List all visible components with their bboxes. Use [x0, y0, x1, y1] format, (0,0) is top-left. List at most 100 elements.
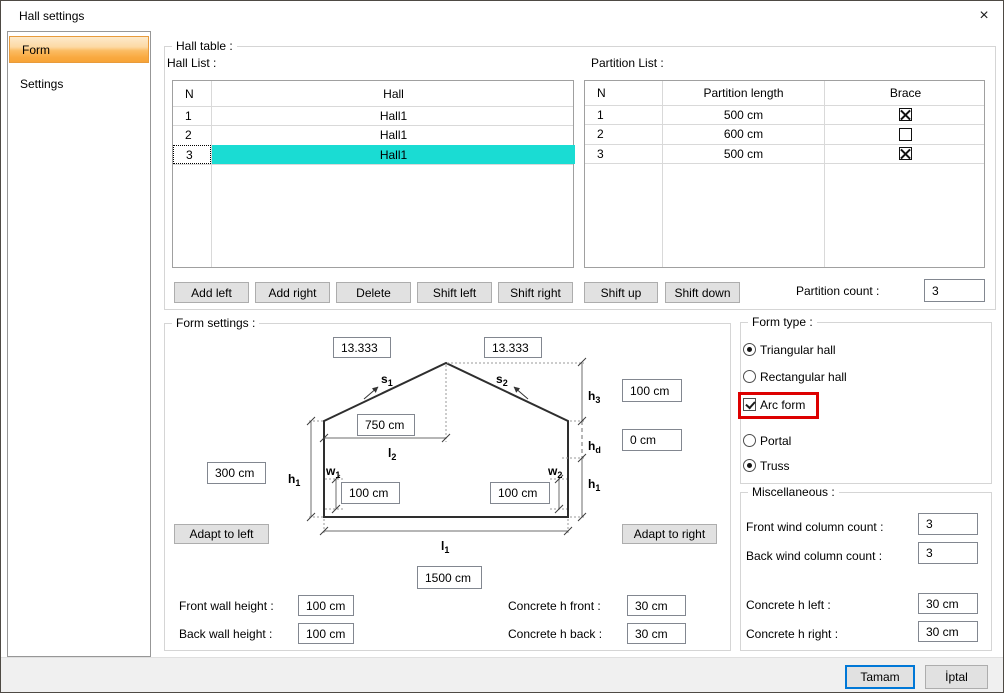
- delete-button[interactable]: Delete: [336, 282, 411, 303]
- concrete-h-front-label: Concrete h front :: [508, 599, 601, 613]
- hall-row-1-value[interactable]: Hall1: [212, 106, 575, 125]
- cancel-button[interactable]: İptal: [925, 665, 988, 689]
- w1-input[interactable]: [341, 482, 400, 504]
- truss-radio[interactable]: [743, 459, 756, 472]
- shift-right-button[interactable]: Shift right: [498, 282, 573, 303]
- hall-row-3-value-selected[interactable]: Hall1: [212, 145, 575, 164]
- dim-label-l1: l1: [441, 539, 449, 555]
- dim-label-s1: s1: [381, 372, 393, 388]
- hall-row-1-n[interactable]: 1: [173, 106, 211, 125]
- back-wind-column-count-label: Back wind column count :: [746, 549, 882, 563]
- partition-list-table: N Partition length Brace 1 500 cm 2 600 …: [584, 80, 985, 268]
- miscellaneous-group-title: Miscellaneous :: [748, 485, 839, 499]
- concrete-h-left-input[interactable]: [918, 593, 978, 614]
- close-icon: ×: [979, 7, 988, 25]
- partition-col-header-length[interactable]: Partition length: [663, 81, 824, 105]
- rectangular-hall-radio[interactable]: [743, 370, 756, 383]
- add-left-button[interactable]: Add left: [174, 282, 249, 303]
- hall-col-header-hall[interactable]: Hall: [212, 81, 575, 106]
- ok-button[interactable]: Tamam: [845, 665, 915, 689]
- adapt-to-right-button[interactable]: Adapt to right: [622, 524, 717, 544]
- arc-form-checkbox[interactable]: [743, 398, 756, 411]
- portal-radio[interactable]: [743, 434, 756, 447]
- hall-settings-window: Hall settings × Form Settings Hall table…: [0, 0, 1004, 693]
- add-right-button[interactable]: Add right: [255, 282, 330, 303]
- form-type-group-title: Form type :: [748, 315, 817, 329]
- guide-lines: [309, 363, 585, 534]
- front-wall-height-label: Front wall height :: [179, 599, 274, 613]
- partition-row-3-brace: [825, 144, 986, 163]
- hall-row-2-value[interactable]: Hall1: [212, 125, 575, 145]
- hall-row-3-n[interactable]: 3: [173, 145, 211, 164]
- arc-form-label[interactable]: Arc form: [760, 398, 805, 412]
- dimension-lines: [311, 362, 582, 531]
- concrete-h-back-input[interactable]: [627, 623, 686, 644]
- sidebar-item-form[interactable]: Form: [9, 36, 149, 63]
- slope-right-input[interactable]: [484, 337, 542, 358]
- sidebar: Form Settings: [7, 31, 151, 657]
- adapt-to-left-button[interactable]: Adapt to left: [174, 524, 269, 544]
- window-title: Hall settings: [19, 9, 84, 23]
- partition-count-input[interactable]: [924, 279, 985, 302]
- front-wind-column-count-label: Front wind column count :: [746, 520, 883, 534]
- concrete-h-right-label: Concrete h right :: [746, 627, 838, 641]
- shift-left-button[interactable]: Shift left: [417, 282, 492, 303]
- h1-left-input[interactable]: [207, 462, 266, 484]
- dim-label-w1: w1: [325, 464, 340, 480]
- dim-label-l2: l2: [388, 446, 396, 462]
- dim-label-h1-right: h1: [588, 477, 600, 493]
- partition-col-header-n[interactable]: N: [585, 81, 662, 105]
- concrete-h-front-input[interactable]: [627, 595, 686, 616]
- sidebar-item-settings[interactable]: Settings: [8, 71, 150, 97]
- concrete-h-back-label: Concrete h back :: [508, 627, 602, 641]
- portal-label[interactable]: Portal: [760, 434, 791, 448]
- back-wall-height-input[interactable]: [298, 623, 354, 644]
- l2-input[interactable]: [357, 414, 415, 436]
- brace-unchecked-icon[interactable]: [899, 128, 912, 141]
- rectangular-hall-label[interactable]: Rectangular hall: [760, 370, 847, 384]
- hall-list-table: N Hall 1 Hall1 2 Hall1 3 Hall1: [172, 80, 574, 268]
- hall-list-label: Hall List :: [167, 56, 216, 70]
- partition-row-1-brace: [825, 105, 986, 124]
- partition-col-header-brace[interactable]: Brace: [825, 81, 986, 105]
- truss-label[interactable]: Truss: [760, 459, 790, 473]
- hall-col-header-n[interactable]: N: [173, 81, 211, 106]
- hall-row-2-n[interactable]: 2: [173, 125, 211, 145]
- brace-checked-icon[interactable]: [899, 108, 912, 121]
- back-wall-height-label: Back wall height :: [179, 627, 272, 641]
- close-button[interactable]: ×: [973, 5, 995, 27]
- partition-row-1-length[interactable]: 500 cm: [663, 105, 824, 124]
- front-wall-height-input[interactable]: [298, 595, 354, 616]
- row-divider: [585, 163, 984, 164]
- dim-label-h3: h3: [588, 389, 600, 405]
- back-wind-column-count-input[interactable]: [918, 542, 978, 564]
- hall-table-group-title: Hall table :: [172, 39, 237, 53]
- dim-label-hd: hd: [588, 439, 601, 455]
- partition-row-2-n[interactable]: 2: [585, 124, 662, 144]
- row-divider: [173, 164, 573, 165]
- dim-label-s2: s2: [496, 372, 508, 388]
- partition-row-3-length[interactable]: 500 cm: [663, 144, 824, 163]
- dim-label-w2: w2: [547, 464, 562, 480]
- hd-input[interactable]: [622, 429, 682, 451]
- triangular-hall-label[interactable]: Triangular hall: [760, 343, 836, 357]
- h3-input[interactable]: [622, 379, 682, 402]
- dim-label-h1-left: h1: [288, 472, 300, 488]
- partition-row-2-length[interactable]: 600 cm: [663, 124, 824, 144]
- shift-up-button[interactable]: Shift up: [584, 282, 658, 303]
- triangular-hall-radio[interactable]: [743, 343, 756, 356]
- brace-checked-icon[interactable]: [899, 147, 912, 160]
- partition-row-3-n[interactable]: 3: [585, 144, 662, 163]
- dimension-ticks: [307, 358, 586, 535]
- l1-input[interactable]: [417, 566, 482, 589]
- shift-down-button[interactable]: Shift down: [665, 282, 740, 303]
- front-wind-column-count-input[interactable]: [918, 513, 978, 535]
- partition-row-1-n[interactable]: 1: [585, 105, 662, 124]
- concrete-h-right-input[interactable]: [918, 621, 978, 642]
- w2-input[interactable]: [490, 482, 550, 504]
- partition-list-label: Partition List :: [591, 56, 664, 70]
- partition-count-label: Partition count :: [796, 284, 879, 298]
- slope-left-input[interactable]: [333, 337, 391, 358]
- partition-row-2-brace: [825, 124, 986, 144]
- titlebar: Hall settings ×: [1, 1, 1003, 31]
